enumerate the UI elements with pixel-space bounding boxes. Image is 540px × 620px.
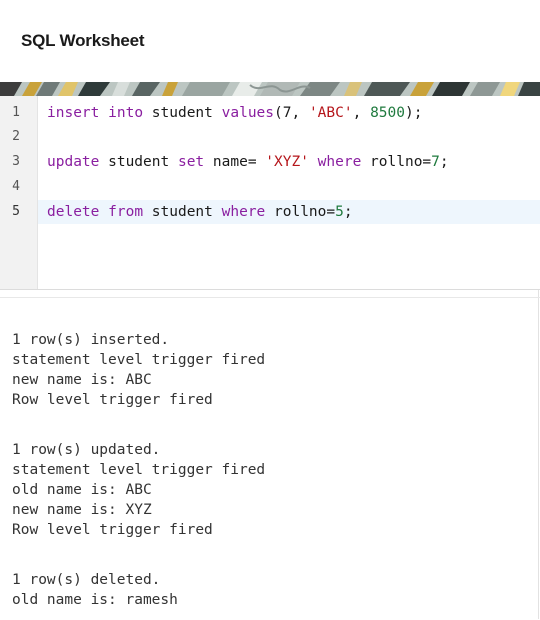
worksheet-header: SQL Worksheet xyxy=(0,0,540,82)
output-line: 1 row(s) deleted. xyxy=(12,572,161,588)
editor-divider xyxy=(0,289,540,290)
number-literal: 7 xyxy=(431,154,440,170)
output-line: statement level trigger fired xyxy=(12,462,266,478)
keyword: where xyxy=(317,154,362,170)
output-divider xyxy=(0,297,540,298)
decorative-banner xyxy=(0,82,540,96)
code-text: ); xyxy=(404,105,423,121)
code-line-1[interactable]: insert into student values(7, 'ABC', 850… xyxy=(47,101,422,125)
output-line: statement level trigger fired xyxy=(12,352,266,368)
output-line: Row level trigger fired xyxy=(12,522,213,538)
output-spacer xyxy=(12,410,265,440)
code-line-3[interactable]: update student set name= 'XYZ' where rol… xyxy=(47,150,449,174)
line-number: 5 xyxy=(12,204,20,219)
number-literal: 5 xyxy=(335,204,344,220)
number-literal: 8500 xyxy=(370,105,405,121)
output-line: Row level trigger fired xyxy=(12,392,213,408)
keyword: delete xyxy=(47,204,100,220)
keyword: where xyxy=(221,204,266,220)
code-text: student xyxy=(99,154,178,170)
code-text: ; xyxy=(439,154,449,170)
output-line: new name is: ABC xyxy=(12,372,152,388)
code-text: , xyxy=(352,105,371,121)
code-text: ; xyxy=(343,204,353,220)
output-line: old name is: ramesh xyxy=(12,592,178,608)
banner-pattern xyxy=(0,82,540,96)
string-literal: 'XYZ' xyxy=(265,154,309,170)
code-text: rollno= xyxy=(361,154,432,170)
output-line: 1 row(s) inserted. xyxy=(12,332,170,348)
code-text: student xyxy=(143,105,222,121)
code-text: student xyxy=(143,204,222,220)
keyword: insert xyxy=(47,105,100,121)
output-line: new name is: XYZ xyxy=(12,502,152,518)
code-line-5[interactable]: delete from student where rollno=5; xyxy=(47,200,353,224)
keyword: into xyxy=(108,105,144,121)
keyword: from xyxy=(108,204,144,220)
code-text: (7, xyxy=(274,105,309,121)
line-number: 2 xyxy=(12,129,20,144)
line-number: 1 xyxy=(12,105,20,120)
page-title: SQL Worksheet xyxy=(21,31,145,50)
string-literal: 'ABC' xyxy=(308,105,353,121)
keyword: set xyxy=(177,154,205,170)
line-number: 4 xyxy=(12,179,20,194)
output-spacer xyxy=(12,540,265,570)
output-line: 1 row(s) updated. xyxy=(12,442,161,458)
code-editor[interactable]: 1 2 3 4 5 insert into student values(7, … xyxy=(0,96,540,289)
line-number-gutter: 1 2 3 4 5 xyxy=(0,96,38,289)
code-text: rollno= xyxy=(265,204,336,220)
line-number: 3 xyxy=(12,154,20,169)
results-output: 1 row(s) inserted. statement level trigg… xyxy=(12,330,265,610)
keyword: values xyxy=(221,105,275,121)
code-text: name= xyxy=(204,154,266,170)
keyword: update xyxy=(47,154,100,170)
output-line: old name is: ABC xyxy=(12,482,152,498)
